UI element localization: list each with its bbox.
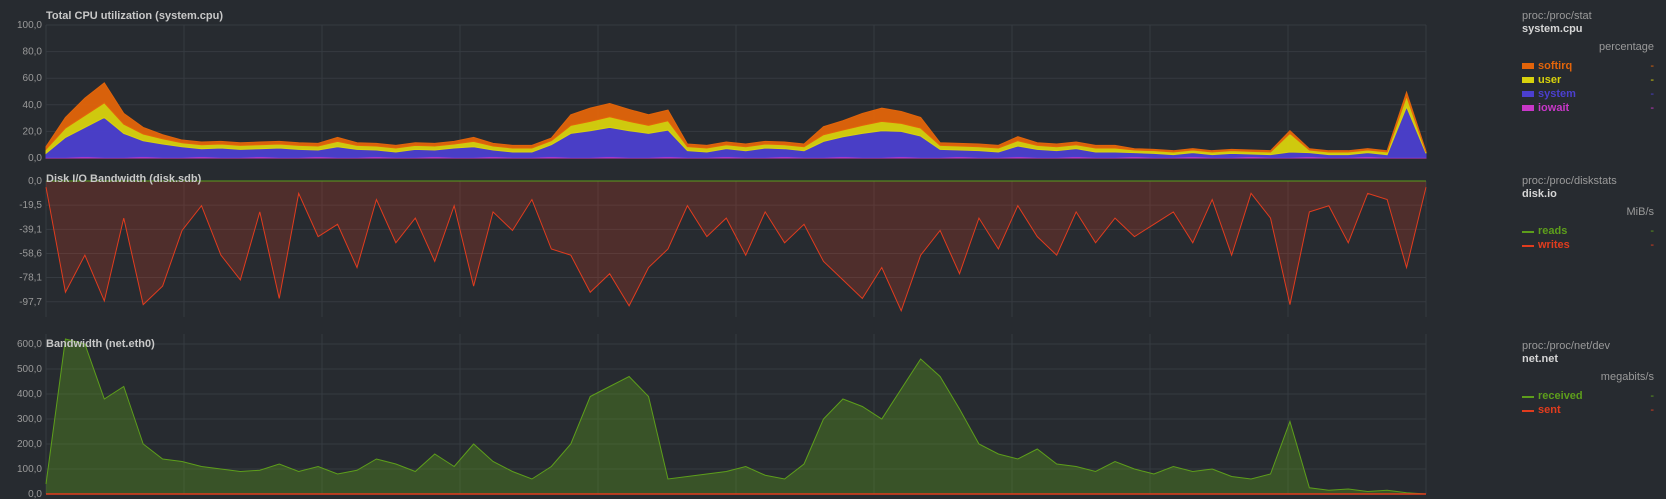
legend-item-iowait[interactable]: iowait - xyxy=(1522,101,1654,115)
legend-value: - xyxy=(1650,102,1654,114)
cpu-legend: proc:/proc/stat system.cpu percentage so… xyxy=(1522,10,1654,115)
y-tick-label: 0,0 xyxy=(28,153,42,164)
net-chart-plot[interactable]: 600,0 500,0 400,0 300,0 200,0 100,0 0,0 xyxy=(0,330,1515,499)
legend-label: system xyxy=(1538,88,1576,100)
legend-swatch xyxy=(1522,105,1534,111)
legend-value: - xyxy=(1650,60,1654,72)
legend-item-sent[interactable]: sent - xyxy=(1522,403,1654,417)
chart-title: Total CPU utilization (system.cpu) xyxy=(46,10,224,22)
legend-swatch xyxy=(1522,91,1534,97)
legend-swatch xyxy=(1522,231,1534,233)
y-tick-label: 40,0 xyxy=(23,100,43,111)
y-tick-label: -58,6 xyxy=(19,248,42,259)
legend-label: writes xyxy=(1538,239,1570,251)
legend-label: sent xyxy=(1538,404,1561,416)
legend-swatch xyxy=(1522,63,1534,69)
y-tick-label: -19,5 xyxy=(19,200,42,211)
legend-item-writes[interactable]: writes - xyxy=(1522,238,1654,252)
legend-item-system[interactable]: system - xyxy=(1522,87,1654,101)
net-chart-panel: 600,0 500,0 400,0 300,0 200,0 100,0 0,0 Bandwi… xyxy=(0,330,1666,499)
chart-title: Bandwidth (net.eth0) xyxy=(46,338,155,350)
legend-units: megabits/s xyxy=(1600,371,1654,383)
y-tick-label: 300,0 xyxy=(17,414,42,425)
legend-swatch xyxy=(1522,396,1534,398)
legend-units: percentage xyxy=(1598,41,1654,53)
legend-value: - xyxy=(1650,225,1654,237)
y-tick-label: 0,0 xyxy=(28,489,42,499)
legend-item-received[interactable]: received - xyxy=(1522,389,1654,403)
y-tick-label: -39,1 xyxy=(19,224,42,235)
y-tick-label: 200,0 xyxy=(17,439,42,450)
legend-chart-id: system.cpu xyxy=(1522,23,1583,35)
legend-value: - xyxy=(1650,88,1654,100)
legend-label: reads xyxy=(1538,225,1568,237)
legend-item-softirq[interactable]: softirq - xyxy=(1522,59,1654,73)
legend-context: proc:/proc/diskstats xyxy=(1522,175,1617,187)
legend-context: proc:/proc/net/dev xyxy=(1522,340,1611,352)
disk-legend: proc:/proc/diskstats disk.io MiB/s reads… xyxy=(1522,175,1654,252)
legend-context: proc:/proc/stat xyxy=(1522,10,1592,22)
legend-chart-id: net.net xyxy=(1522,353,1559,365)
y-tick-label: -97,7 xyxy=(19,297,42,308)
legend-value: - xyxy=(1650,404,1654,416)
legend-swatch xyxy=(1522,77,1534,83)
legend-value: - xyxy=(1650,74,1654,86)
cpu-chart-plot[interactable]: 100,0 80,0 60,0 40,0 20,0 0,0 xyxy=(0,0,1515,165)
legend-swatch xyxy=(1522,410,1534,412)
legend-label: iowait xyxy=(1538,102,1570,114)
y-tick-label: 500,0 xyxy=(17,364,42,375)
legend-value: - xyxy=(1650,239,1654,251)
y-tick-label: 600,0 xyxy=(17,339,42,350)
net-legend: proc:/proc/net/dev net.net megabits/s re… xyxy=(1522,340,1654,417)
y-tick-label: 80,0 xyxy=(23,47,43,58)
y-tick-label: -78,1 xyxy=(19,273,42,284)
legend-label: received xyxy=(1538,390,1583,402)
y-tick-label: 0,0 xyxy=(28,176,42,187)
legend-label: user xyxy=(1538,74,1562,86)
legend-item-user[interactable]: user - xyxy=(1522,73,1654,87)
y-tick-label: 20,0 xyxy=(23,126,43,137)
chart-title: Disk I/O Bandwidth (disk.sdb) xyxy=(46,173,202,185)
legend-value: - xyxy=(1650,390,1654,402)
legend-chart-id: disk.io xyxy=(1522,188,1557,200)
legend-swatch xyxy=(1522,245,1534,247)
disk-chart-plot[interactable]: 0,0 -19,5 -39,1 -58,6 -78,1 -97,7 xyxy=(0,165,1515,330)
cpu-chart-panel: 100,0 80,0 60,0 40,0 20,0 0,0 Total CPU utili… xyxy=(0,0,1666,165)
legend-label: softirq xyxy=(1538,60,1573,72)
y-tick-label: 100,0 xyxy=(17,20,42,31)
y-tick-label: 100,0 xyxy=(17,464,42,475)
legend-item-reads[interactable]: reads - xyxy=(1522,224,1654,238)
y-tick-label: 400,0 xyxy=(17,389,42,400)
disk-chart-panel: 0,0 -19,5 -39,1 -58,6 -78,1 -97,7 Disk I/O Ba… xyxy=(0,165,1666,330)
y-tick-label: 60,0 xyxy=(23,73,43,84)
legend-units: MiB/s xyxy=(1626,206,1655,218)
